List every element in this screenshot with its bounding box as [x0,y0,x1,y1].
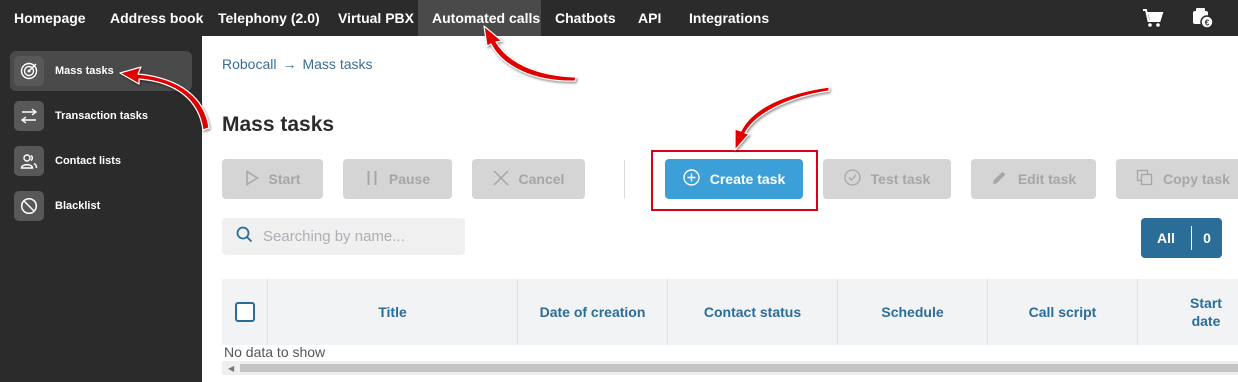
sidebar-item-mass-tasks[interactable]: Mass tasks [10,51,192,91]
filter-count: 0 [1203,230,1211,246]
copy-task-button-label: Copy task [1163,171,1230,187]
column-header-start-date[interactable]: Start date [1138,279,1238,345]
top-navigation: Homepage Address book Telephony (2.0) Vi… [0,0,1238,36]
column-header-call-script[interactable]: Call script [988,279,1138,345]
nav-item-virtual-pbx[interactable]: Virtual PBX [324,0,418,36]
page-title: Mass tasks [222,113,335,136]
swap-arrows-icon [14,101,44,131]
sidebar-item-transaction-tasks[interactable]: Transaction tasks [10,96,192,136]
svg-text:€: € [1205,19,1210,28]
breadcrumb-arrow-icon: → [282,56,297,72]
nav-right-icons: € [1142,0,1214,36]
nav-item-address-book[interactable]: Address book [96,0,204,36]
check-circle-icon [844,169,861,189]
search-box [222,218,465,255]
table-header: Title Date of creation Contact status Sc… [222,279,1238,345]
scroll-left-icon[interactable]: ◀ [228,364,234,373]
sidebar-item-contact-lists[interactable]: Contact lists [10,141,192,181]
cancel-button[interactable]: Cancel [472,159,585,199]
breadcrumb-current: Mass tasks [302,56,373,72]
column-header-schedule[interactable]: Schedule [838,279,988,345]
create-task-highlight-box [651,150,818,211]
pause-button[interactable]: Pause [343,159,452,199]
breadcrumb-parent-link[interactable]: Robocall [222,56,276,72]
empty-table-message: No data to show [224,344,326,360]
breadcrumb: Robocall → Mass tasks [222,56,373,72]
test-task-button[interactable]: Test task [823,159,951,199]
column-header-contact-status[interactable]: Contact status [668,279,838,345]
filter-all-toggle[interactable]: All 0 [1141,218,1222,258]
search-icon [236,226,253,248]
copy-icon [1136,169,1153,189]
annotation-arrow-create [734,86,830,151]
sidebar-item-label: Mass tasks [55,65,114,77]
page: Homepage Address book Telephony (2.0) Vi… [0,0,1238,382]
search-input[interactable] [263,228,453,245]
edit-task-button[interactable]: Edit task [971,159,1096,199]
nav-item-api[interactable]: API [624,0,675,36]
sidebar-item-label: Transaction tasks [55,110,148,122]
filter-all-label: All [1157,230,1175,246]
test-task-button-label: Test task [870,171,931,187]
start-button[interactable]: Start [222,159,323,199]
scrollbar-thumb[interactable] [240,364,1238,372]
sidebar-item-label: Contact lists [55,155,122,167]
nav-item-automated-calls[interactable]: Automated calls [418,0,541,36]
nav-item-chatbots[interactable]: Chatbots [541,0,624,36]
pause-icon [365,170,379,189]
nav-item-integrations[interactable]: Integrations [675,0,785,36]
copy-task-button[interactable]: Copy task [1116,159,1238,199]
close-icon [493,169,509,189]
nav-item-telephony[interactable]: Telephony (2.0) [204,0,324,36]
select-all-checkbox[interactable] [234,302,255,322]
pencil-icon [991,169,1008,189]
block-icon [14,191,44,221]
cart-icon[interactable] [1142,8,1164,28]
cancel-button-label: Cancel [518,171,565,187]
sidebar-item-blacklist[interactable]: Blacklist [10,186,192,226]
sidebar: Mass tasks Transaction tasks Contact lis… [0,36,202,382]
play-icon [245,169,259,189]
toolbar-divider [624,160,625,198]
pause-button-label: Pause [388,171,431,187]
start-button-label: Start [268,171,301,187]
nav-item-homepage[interactable]: Homepage [0,0,96,36]
edit-task-button-label: Edit task [1017,171,1077,187]
sidebar-item-label: Blacklist [55,200,101,212]
column-header-title[interactable]: Title [268,279,518,345]
target-icon [14,56,44,86]
column-header-date-of-creation[interactable]: Date of creation [518,279,668,345]
horizontal-scrollbar[interactable]: ◀ [222,361,1238,375]
billing-icon[interactable]: € [1192,7,1214,29]
contacts-icon [14,146,44,176]
select-all-cell [222,279,268,345]
